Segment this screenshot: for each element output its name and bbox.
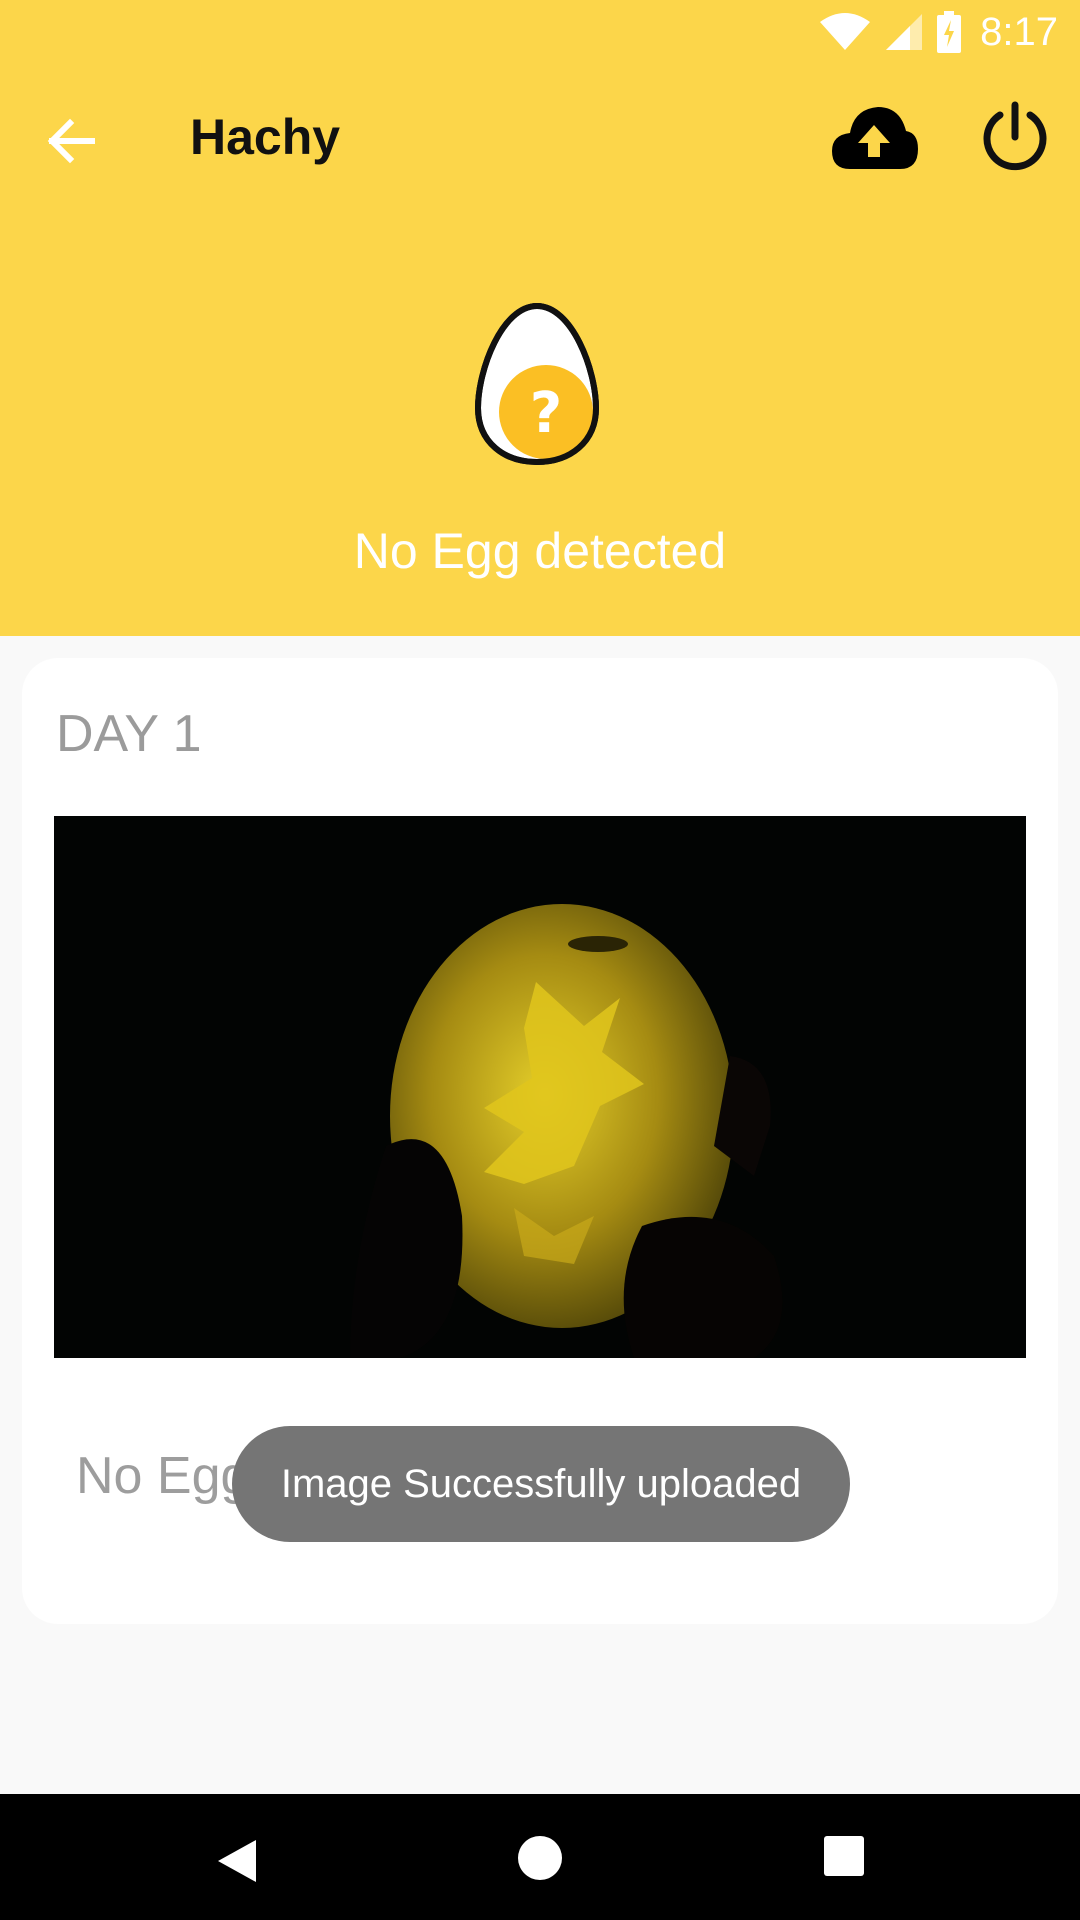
egg-photo <box>54 816 1026 1358</box>
power-button[interactable] <box>978 99 1052 173</box>
upload-toast: Image Successfully uploaded <box>232 1426 850 1542</box>
nav-home-button[interactable] <box>518 1836 562 1880</box>
header-status-text: No Egg detected <box>353 523 727 579</box>
system-nav-bar <box>0 1794 1080 1920</box>
status-icons: 8:17 <box>818 8 1058 56</box>
upload-button[interactable] <box>828 99 920 175</box>
day-label: DAY 1 <box>56 705 202 763</box>
back-button[interactable] <box>42 111 102 171</box>
nav-back-button[interactable] <box>212 1836 262 1886</box>
cloud-upload-icon <box>832 107 918 169</box>
battery-charging-icon <box>937 11 962 53</box>
wifi-icon <box>820 13 871 50</box>
status-bar: 8:17 <box>0 0 1080 63</box>
egg-question-icon: ? <box>470 300 604 468</box>
cellular-signal-icon <box>886 14 923 50</box>
nav-back-icon <box>218 1840 256 1882</box>
back-arrow-icon <box>47 118 95 164</box>
toast-message: Image Successfully uploaded <box>280 1461 802 1506</box>
power-icon <box>983 101 1047 171</box>
app-title: Hachy <box>190 109 341 165</box>
svg-text:?: ? <box>530 381 562 446</box>
app-bar: Hachy <box>0 63 1080 210</box>
header-panel: ? No Egg detected <box>0 210 1080 636</box>
nav-recents-button[interactable] <box>824 1836 864 1876</box>
status-time: 8:17 <box>980 9 1058 54</box>
